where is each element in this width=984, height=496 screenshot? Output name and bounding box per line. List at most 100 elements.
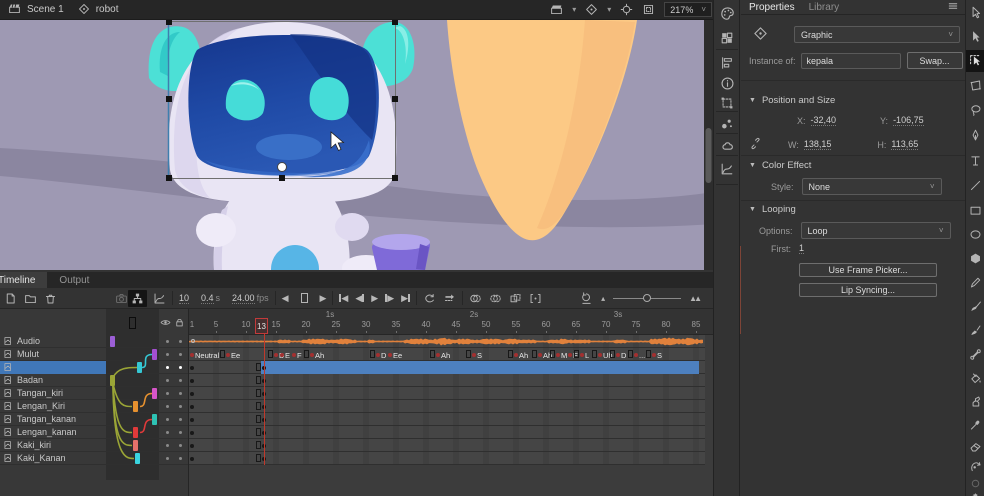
zoom-level-select[interactable]: 217% ˅ <box>664 2 712 17</box>
tab-library[interactable]: Library <box>809 2 840 13</box>
oval-tool[interactable] <box>968 227 983 242</box>
mouth-cue-keyframe[interactable] <box>598 353 602 357</box>
mouth-cue-keyframe[interactable] <box>538 353 542 357</box>
trash-icon[interactable] <box>44 292 57 305</box>
empty-keyframe[interactable] <box>256 402 261 410</box>
center-frame-icon[interactable] <box>620 3 633 16</box>
frame-row-kaki_kanan[interactable] <box>189 452 705 465</box>
particles-icon[interactable] <box>720 117 734 131</box>
layer-lock-dot[interactable] <box>179 457 182 460</box>
asset-warp-tool[interactable] <box>968 459 983 474</box>
looping-section-header[interactable]: ▼ Looping <box>749 204 796 215</box>
frame-row-kaki_kiri[interactable] <box>189 439 705 452</box>
selection-tool[interactable] <box>968 5 983 20</box>
empty-keyframe[interactable] <box>256 376 261 384</box>
shrink-frames-button[interactable]: ▴ <box>601 294 605 303</box>
empty-keyframe[interactable] <box>628 350 633 358</box>
color-palette-icon[interactable] <box>720 6 735 21</box>
symbol-type-dropdown[interactable]: Graphic ˅ <box>794 26 960 43</box>
step-back-button[interactable]: ◀ <box>282 294 289 303</box>
lasso-tool[interactable] <box>968 103 983 118</box>
pencil-tool[interactable] <box>968 275 983 290</box>
edit-scene-caret-icon[interactable]: ▾ <box>572 5 576 14</box>
mouth-cue-keyframe[interactable] <box>634 353 638 357</box>
frame-size-slider[interactable] <box>613 298 681 299</box>
eye-icon[interactable] <box>160 317 171 328</box>
empty-keyframe[interactable] <box>370 350 375 358</box>
tab-output[interactable]: Output <box>47 272 101 288</box>
tab-timeline[interactable]: Timeline <box>0 272 47 288</box>
marker-range-icon[interactable] <box>529 292 542 305</box>
camera-icon[interactable] <box>115 292 128 305</box>
fps-indicator[interactable]: 24.00 <box>232 293 255 304</box>
graph-editor-icon[interactable] <box>153 292 166 305</box>
keyframe-dot[interactable] <box>190 457 194 461</box>
line-tool[interactable] <box>968 178 983 193</box>
mouth-cue-keyframe[interactable] <box>472 353 476 357</box>
edit-multiple-frames-icon[interactable] <box>509 292 522 305</box>
layer-row-kaki_kanan[interactable]: Kaki_Kanan <box>0 452 188 465</box>
next-keyframe-button[interactable]: ▶ <box>385 294 394 303</box>
play-button[interactable]: ▶ <box>371 294 378 303</box>
layer-row-kepala[interactable]: Kepala <box>0 361 188 374</box>
mouth-cue-keyframe[interactable] <box>568 353 572 357</box>
mouth-cue-keyframe[interactable] <box>436 353 440 357</box>
prev-keyframe-button[interactable]: ◀ <box>355 294 364 303</box>
tab-properties[interactable]: Properties <box>749 2 795 13</box>
bone-tool[interactable] <box>968 347 983 362</box>
keyframe-dot[interactable] <box>190 418 194 422</box>
lip-syncing-button[interactable]: Lip Syncing... <box>799 283 937 297</box>
layer-visibility-dot[interactable] <box>166 418 169 421</box>
playhead-line[interactable] <box>264 334 265 465</box>
layer-visibility-dot[interactable] <box>166 431 169 434</box>
go-first-frame-button[interactable]: ◀ <box>339 294 348 303</box>
empty-keyframe[interactable] <box>256 389 261 397</box>
mouth-cue-keyframe[interactable] <box>514 353 518 357</box>
keyframe-dot[interactable] <box>190 379 194 383</box>
keyframe-dot[interactable] <box>190 444 194 448</box>
edit-symbol-caret-icon[interactable]: ▾ <box>607 5 611 14</box>
layer-row-lengan_kanan[interactable]: Lengan_kanan <box>0 426 188 439</box>
layer-visibility-dot[interactable] <box>166 392 169 395</box>
first-frame-value[interactable]: 1 <box>799 243 804 254</box>
lock-icon[interactable] <box>174 317 185 328</box>
classic-brush-tool[interactable] <box>968 299 983 314</box>
frame-row-audio[interactable] <box>189 335 705 348</box>
current-frame-indicator[interactable]: 10 <box>179 293 189 304</box>
hand-tool[interactable] <box>968 489 983 496</box>
layer-row-tangan_kiri[interactable]: Tangan_kiri <box>0 387 188 400</box>
frame-row-lengan_kanan[interactable] <box>189 426 705 439</box>
empty-keyframe[interactable] <box>304 350 309 358</box>
frame-row-tangan_kanan[interactable] <box>189 413 705 426</box>
mouth-cue-keyframe[interactable] <box>580 353 584 357</box>
clip-content-icon[interactable] <box>642 3 655 16</box>
x-value[interactable]: -32,40 <box>811 115 837 126</box>
w-value[interactable]: 138,15 <box>804 139 832 150</box>
edit-symbol-icon[interactable] <box>585 3 598 16</box>
mouth-cue-keyframe[interactable] <box>226 353 230 357</box>
pen-tool[interactable] <box>968 128 983 143</box>
empty-keyframe[interactable] <box>574 350 579 358</box>
loop-options-dropdown[interactable]: Loop ˅ <box>801 222 951 239</box>
swap-button[interactable]: Swap... <box>907 52 963 69</box>
layer-lock-dot[interactable] <box>179 431 182 434</box>
keyframe-dot[interactable] <box>190 392 194 396</box>
empty-keyframe[interactable] <box>256 454 261 462</box>
layer-lock-dot[interactable] <box>179 444 182 447</box>
empty-keyframe[interactable] <box>430 350 435 358</box>
info-icon[interactable] <box>720 76 735 91</box>
gradient-transform-tool[interactable] <box>968 78 983 93</box>
layer-visibility-dot[interactable] <box>166 379 169 382</box>
layer-row-audio[interactable]: Audio <box>0 335 188 348</box>
empty-keyframe[interactable] <box>550 350 555 358</box>
layer-row-tangan_kanan[interactable]: Tangan_kanan <box>0 413 188 426</box>
mouth-cue-keyframe[interactable] <box>292 353 296 357</box>
panel-menu-icon[interactable] <box>947 0 965 14</box>
enlarge-frames-button[interactable]: ▲▲ <box>689 294 699 303</box>
step-forward-button[interactable]: ▶ <box>320 294 327 303</box>
mouth-cue-keyframe[interactable] <box>616 353 620 357</box>
breadcrumb-scene[interactable]: Scene 1 <box>27 4 64 15</box>
reset-zoom-icon[interactable] <box>580 292 593 305</box>
ink-bottle-tool[interactable] <box>968 394 983 409</box>
mouth-cue-keyframe[interactable] <box>190 353 194 357</box>
